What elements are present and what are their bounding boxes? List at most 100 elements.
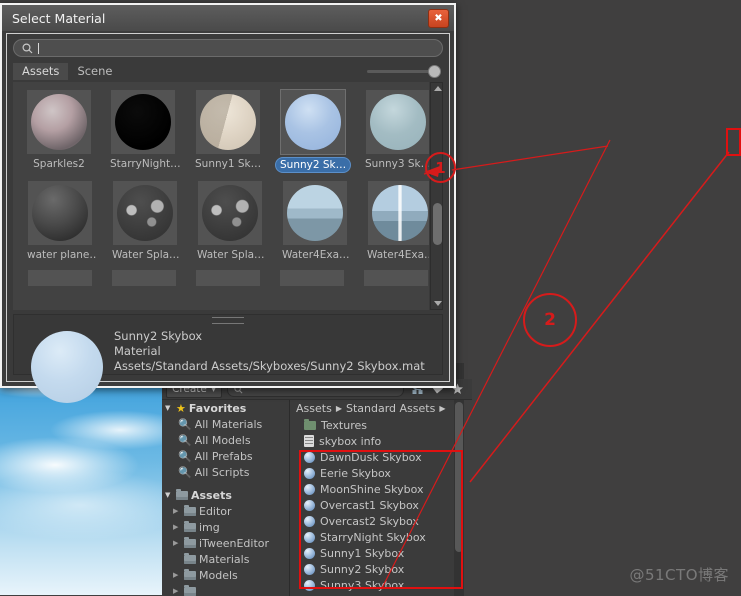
- tree-item-label: img: [199, 520, 220, 534]
- scroll-up-icon[interactable]: [434, 86, 442, 91]
- material-cell-label: StarryNight…: [110, 158, 180, 170]
- resize-grip[interactable]: [212, 317, 244, 324]
- grid-scrollbar[interactable]: [430, 82, 443, 310]
- breadcrumb-assets[interactable]: Assets: [296, 402, 332, 415]
- favorite-item[interactable]: 🔍 All Prefabs: [162, 448, 289, 464]
- material-thumbnail: [196, 270, 260, 286]
- list-item[interactable]: Textures: [290, 417, 454, 433]
- inspector-panel: FogFog ColorFog ModeExp 2▴▾Fog Density0.…: [462, 0, 741, 595]
- close-icon[interactable]: ✖: [428, 9, 449, 28]
- triangle-right-icon[interactable]: ▶: [173, 539, 181, 547]
- material-thumbnail: [27, 270, 92, 286]
- material-cell-sparkles2[interactable]: Sparkles2: [27, 90, 91, 173]
- favorite-item[interactable]: 🔍 All Materials: [162, 416, 289, 432]
- material-cell-label: water plane…: [27, 249, 97, 261]
- material-cell-sunny1[interactable]: Sunny1 Sk…: [195, 90, 261, 173]
- material-preview-sphere: [115, 94, 171, 150]
- favorites-label: Favorites: [188, 401, 247, 415]
- tree-item-itweeneditor[interactable]: ▶ iTweenEditor: [162, 535, 289, 551]
- material-cell-water-splash-2[interactable]: Water Spla…: [197, 181, 265, 262]
- material-thumbnail: [280, 270, 345, 286]
- tree-item-materials[interactable]: Materials: [162, 551, 289, 567]
- material-cell-label: Water Spla…: [197, 249, 265, 261]
- favorite-item-label: All Materials: [194, 417, 263, 431]
- favorite-item[interactable]: 🔍 All Models: [162, 432, 289, 448]
- grid-row: water plane… Water Spla… Water Spla… Wat…: [13, 181, 429, 262]
- grid-scrollbar-thumb[interactable]: [433, 203, 442, 245]
- thumbnail-size-slider-knob[interactable]: [428, 65, 441, 78]
- close-icon-glyph: ✖: [434, 13, 443, 24]
- material-cell-water-plane[interactable]: water plane…: [27, 181, 97, 262]
- search-input[interactable]: [13, 39, 443, 57]
- scroll-down-icon[interactable]: [434, 301, 442, 306]
- material-thumbnail: [113, 181, 177, 245]
- material-cell-label: Water Spla…: [112, 249, 180, 261]
- material-cell-label: Sunny1 Sk…: [195, 158, 262, 170]
- grid-row-partial: [13, 270, 429, 286]
- material-thumbnail: [111, 270, 176, 286]
- material-cell-sunny2[interactable]: Sunny2 Sk…: [275, 89, 351, 173]
- tree-item-partial[interactable]: ▶: [162, 583, 289, 596]
- material-preview-sphere: [287, 185, 343, 241]
- material-cell-water-splash-1[interactable]: Water Spla…: [112, 181, 180, 262]
- material-cell-water4example-2[interactable]: Water4Exa…: [367, 181, 429, 262]
- breadcrumb-separator-icon: ▶: [439, 404, 446, 413]
- material-cell-water4example-1[interactable]: Water4Exa…: [282, 181, 350, 262]
- material-thumbnail: [368, 181, 429, 245]
- tree-item-editor[interactable]: ▶ Editor: [162, 503, 289, 519]
- tree-item-img[interactable]: ▶ img: [162, 519, 289, 535]
- material-cell-starrynight[interactable]: StarryNight…: [110, 90, 180, 173]
- search-icon: 🔍: [178, 433, 192, 447]
- material-cell-sunny3[interactable]: Sunny3 Sk…: [365, 90, 429, 173]
- tab-assets-label: Assets: [22, 64, 60, 78]
- triangle-right-icon[interactable]: ▶: [173, 523, 181, 531]
- annotation-marker-2: 2: [523, 293, 577, 347]
- material-cell-partial[interactable]: [111, 270, 176, 286]
- annotation-marker-1: 1: [425, 152, 456, 183]
- material-thumbnail: [196, 90, 260, 154]
- search-icon: 🔍: [178, 465, 192, 479]
- material-thumbnail: [283, 181, 347, 245]
- material-cell-label: Sunny3 Sk…: [365, 158, 429, 170]
- favorite-item[interactable]: 🔍 All Scripts: [162, 464, 289, 480]
- tree-group-favorites[interactable]: ▼ ★ Favorites: [162, 400, 289, 416]
- tree-item-models[interactable]: ▶ Models: [162, 567, 289, 583]
- material-cell-partial[interactable]: [27, 270, 92, 286]
- tree-group-assets[interactable]: ▼ Assets: [162, 487, 289, 503]
- tree-item-label: Editor: [199, 504, 232, 518]
- material-thumbnail: [366, 90, 429, 154]
- search-icon: 🔍: [178, 417, 192, 431]
- triangle-right-icon[interactable]: ▶: [173, 571, 181, 579]
- dialog-titlebar[interactable]: Select Material ✖: [2, 5, 454, 31]
- search-icon: [22, 42, 33, 53]
- list-item-label: skybox info: [319, 434, 382, 448]
- annotation-box-object-picker: [726, 128, 741, 156]
- material-preview-sphere: [31, 94, 87, 150]
- material-cell-partial[interactable]: [364, 270, 429, 286]
- grid-row: Sparkles2 StarryNight… Sunny1 Sk… Sunny2…: [13, 89, 429, 173]
- folder-icon: [184, 536, 196, 548]
- list-item[interactable]: skybox info: [290, 433, 454, 449]
- search-icon: 🔍: [178, 449, 192, 463]
- folder-icon: [184, 552, 196, 564]
- tab-scene[interactable]: Scene: [68, 63, 121, 80]
- material-cell-partial[interactable]: [280, 270, 345, 286]
- preview-path: Assets/Standard Assets/Skyboxes/Sunny2 S…: [114, 359, 425, 373]
- tab-assets[interactable]: Assets: [13, 62, 69, 80]
- favorite-item-label: All Models: [194, 433, 251, 447]
- triangle-down-icon: ▼: [165, 491, 171, 499]
- triangle-right-icon[interactable]: ▶: [173, 587, 181, 595]
- material-preview-sphere: [32, 185, 88, 241]
- material-preview-sphere: [372, 185, 428, 241]
- material-cell-partial[interactable]: [195, 270, 260, 286]
- preview-sphere: [31, 331, 103, 403]
- tree-item-label: Models: [199, 568, 238, 582]
- scene-view[interactable]: [0, 370, 162, 595]
- triangle-right-icon[interactable]: ▶: [173, 507, 181, 515]
- triangle-down-icon: ▼: [165, 404, 171, 412]
- breadcrumb-standard-assets[interactable]: Standard Assets: [346, 402, 435, 415]
- assets-tree-items: ▶ Editor ▶ img ▶ iTweenEditor Materials …: [162, 503, 289, 596]
- material-cell-label: Sparkles2: [33, 158, 85, 170]
- annotation-marker-2-label: 2: [544, 310, 556, 330]
- dialog-body: Assets Scene Sparkles2 StarryNight… Sunn…: [6, 33, 450, 403]
